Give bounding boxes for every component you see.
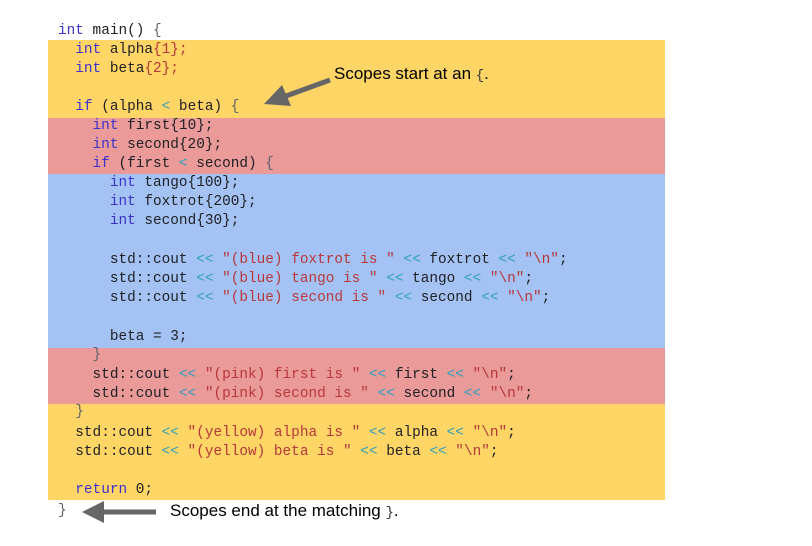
scope-start-arrow-icon (264, 77, 331, 106)
scope-end-arrow-icon (82, 501, 156, 523)
scope-end-annotation: Scopes end at the matching }. (170, 501, 399, 521)
scope-start-annotation: Scopes start at an {. (334, 64, 489, 84)
